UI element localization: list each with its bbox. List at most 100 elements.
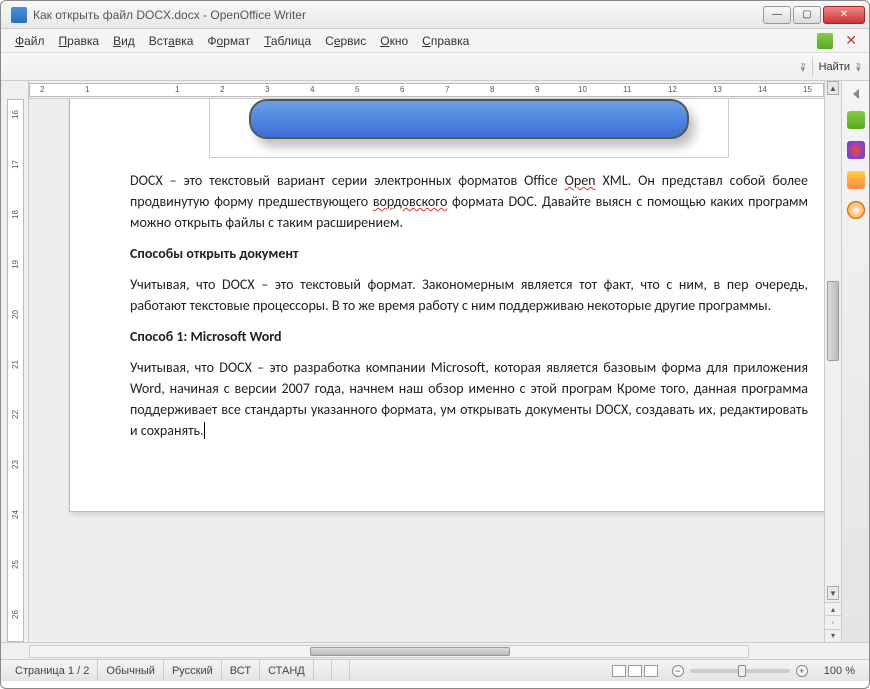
menu-format[interactable]: Формат — [201, 32, 256, 50]
vruler-tick: 17 — [11, 157, 20, 172]
page[interactable]: DOCX – это текстовый вариант серии элект… — [69, 99, 824, 512]
navigator-icon[interactable] — [847, 171, 865, 189]
document-wrap: 2 1 1 2 3 4 5 6 7 8 9 10 11 12 13 14 15 — [29, 81, 824, 642]
status-insert-mode[interactable]: ВСТ — [222, 660, 260, 681]
text-cursor — [204, 422, 205, 439]
hruler-tick: 4 — [310, 85, 314, 94]
menubar: Файл Правка Вид Вставка Формат Таблица С… — [1, 29, 869, 53]
statusbar: Страница 1 / 2 Обычный Русский ВСТ СТАНД… — [1, 659, 869, 681]
window-title: Как открыть файл DOCX.docx - OpenOffice … — [33, 8, 763, 22]
vruler-tick: 23 — [11, 457, 20, 472]
vruler-tick: 26 — [11, 607, 20, 622]
menu-help[interactable]: Справка — [416, 32, 475, 50]
zoom-in-button[interactable]: + — [796, 665, 808, 677]
hruler-tick: 2 — [220, 85, 224, 94]
vertical-ruler-col: 16 17 18 19 20 21 22 23 24 25 26 — [1, 81, 29, 642]
find-overflow-icon[interactable]: »▾ — [856, 62, 861, 72]
hruler-tick: 11 — [623, 85, 631, 94]
heading[interactable]: Способы открыть документ — [130, 243, 808, 264]
close-doc-icon[interactable]: ✕ — [841, 32, 861, 49]
update-icon[interactable] — [817, 33, 833, 49]
titlebar: Как открыть файл DOCX.docx - OpenOffice … — [1, 1, 869, 29]
document-body[interactable]: DOCX – это текстовый вариант серии элект… — [130, 170, 808, 441]
hscroll-thumb[interactable] — [310, 647, 510, 656]
view-single-icon[interactable] — [612, 665, 626, 677]
status-language[interactable]: Русский — [164, 660, 222, 681]
next-page-button[interactable]: ▾ — [825, 629, 841, 642]
document-area[interactable]: DOCX – это текстовый вариант серии элект… — [29, 99, 824, 642]
maximize-button[interactable]: ▢ — [793, 6, 821, 24]
menu-tools[interactable]: Сервис — [319, 32, 372, 50]
toolbar-overflow-icon[interactable]: »▾ — [801, 62, 806, 72]
menu-edit[interactable]: Правка — [53, 32, 106, 50]
vruler-tick: 25 — [11, 557, 20, 572]
hruler-tick: 1 — [175, 85, 179, 94]
vruler-tick: 19 — [11, 257, 20, 272]
page-nav: ▴ ◦ ▾ — [825, 602, 841, 642]
styles-icon[interactable] — [847, 141, 865, 159]
close-button[interactable]: ✕ — [823, 6, 865, 24]
nav-target-button[interactable]: ◦ — [825, 615, 841, 628]
hruler-tick: 6 — [400, 85, 404, 94]
horizontal-ruler[interactable]: 2 1 1 2 3 4 5 6 7 8 9 10 11 12 13 14 15 — [29, 83, 824, 97]
hruler-tick: 13 — [713, 85, 722, 94]
vertical-scrollbar[interactable]: ▲ ▼ ▴ ◦ ▾ — [824, 81, 841, 642]
divider — [812, 57, 813, 77]
horizontal-scrollbar[interactable] — [29, 645, 749, 658]
vruler-tick: 22 — [11, 407, 20, 422]
menu-view[interactable]: Вид — [107, 32, 141, 50]
properties-icon[interactable] — [847, 201, 865, 219]
zoom-percent[interactable]: 100 % — [816, 660, 863, 681]
scroll-up-button[interactable]: ▲ — [827, 81, 839, 95]
status-modified[interactable] — [314, 660, 332, 681]
sidebar-collapse-icon[interactable] — [853, 89, 859, 99]
hruler-tick: 3 — [265, 85, 269, 94]
vruler-tick: 21 — [11, 357, 20, 372]
vruler-tick: 20 — [11, 307, 20, 322]
hruler-tick: 9 — [535, 85, 539, 94]
hruler-tick: 14 — [758, 85, 767, 94]
hruler-tick: 7 — [445, 85, 449, 94]
vertical-ruler[interactable]: 16 17 18 19 20 21 22 23 24 25 26 — [7, 99, 24, 642]
hruler-tick: 1 — [85, 85, 89, 94]
vruler-tick: 16 — [11, 107, 20, 122]
vruler-tick: 18 — [11, 207, 20, 222]
scroll-thumb[interactable] — [827, 281, 839, 361]
gallery-icon[interactable] — [847, 111, 865, 129]
heading[interactable]: Способ 1: Microsoft Word — [130, 326, 808, 347]
hruler-tick: 2 — [40, 85, 44, 94]
app-icon — [11, 7, 27, 23]
paragraph[interactable]: Учитывая, что DOCX – это разработка комп… — [130, 357, 808, 441]
toolbar: »▾ Найти »▾ — [1, 53, 869, 81]
hruler-tick: 10 — [578, 85, 587, 94]
status-selection-mode[interactable]: СТАНД — [260, 660, 314, 681]
horizontal-ruler-row: 2 1 1 2 3 4 5 6 7 8 9 10 11 12 13 14 15 — [29, 81, 824, 99]
prev-page-button[interactable]: ▴ — [825, 602, 841, 615]
horizontal-scrollbar-row — [1, 642, 869, 659]
status-signature[interactable] — [332, 660, 350, 681]
hruler-tick: 5 — [355, 85, 359, 94]
sidebar — [841, 81, 869, 642]
zoom-knob[interactable] — [738, 665, 746, 677]
minimize-button[interactable]: — — [763, 6, 791, 24]
view-book-icon[interactable] — [644, 665, 658, 677]
paragraph[interactable]: Учитывая, что DOCX – это текстовый форма… — [130, 274, 808, 316]
workarea: 16 17 18 19 20 21 22 23 24 25 26 2 1 1 2… — [1, 81, 869, 642]
status-page[interactable]: Страница 1 / 2 — [7, 660, 98, 681]
find-label[interactable]: Найти — [819, 61, 850, 73]
window-controls: — ▢ ✕ — [763, 6, 865, 24]
menu-file[interactable]: Файл — [9, 32, 51, 50]
image-frame[interactable] — [209, 99, 729, 158]
menu-window[interactable]: Окно — [374, 32, 414, 50]
scroll-down-button[interactable]: ▼ — [827, 586, 839, 600]
blue-rounded-shape[interactable] — [249, 99, 689, 139]
view-multi-icon[interactable] — [628, 665, 642, 677]
status-style[interactable]: Обычный — [98, 660, 164, 681]
hruler-tick: 12 — [668, 85, 677, 94]
hruler-tick: 8 — [490, 85, 494, 94]
zoom-out-button[interactable]: − — [672, 665, 684, 677]
paragraph[interactable]: DOCX – это текстовый вариант серии элект… — [130, 170, 808, 233]
menu-insert[interactable]: Вставка — [143, 32, 200, 50]
zoom-slider[interactable] — [690, 669, 790, 673]
menu-table[interactable]: Таблица — [258, 32, 317, 50]
